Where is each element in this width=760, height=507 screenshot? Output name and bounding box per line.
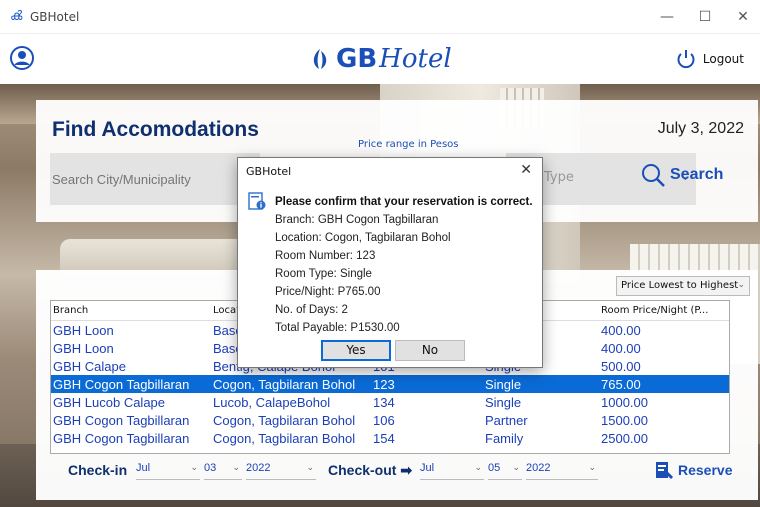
confirmation-dialog: GBHotel ✕ Please confirm that your reser… [237, 157, 543, 368]
leaf-logo-icon [313, 49, 327, 69]
reserve-button[interactable]: Reserve [654, 460, 733, 480]
window-title: GBHotel [30, 10, 80, 24]
cell-branch: GBH Cogon Tagbillaran [53, 377, 190, 392]
app-logo-icon: ൿ [10, 9, 23, 24]
cell-location: Lucob, CalapeBohol [213, 395, 331, 410]
info-document-icon [248, 192, 266, 210]
checkout-day-value: 05 [488, 462, 501, 474]
chevron-down-icon: ⌄ [306, 462, 314, 472]
power-icon [677, 50, 695, 69]
checkout-year-value: 2022 [526, 462, 551, 474]
table-row[interactable]: GBH Cogon Tagbillaran Cogon, Tagbilaran … [51, 411, 729, 429]
checkin-month-value: Jul [136, 462, 151, 474]
cell-price: 400.00 [601, 323, 641, 338]
checkout-month-value: Jul [420, 462, 435, 474]
reserve-label: Reserve [678, 462, 733, 478]
cell-branch: GBH Loon [53, 323, 114, 338]
no-button[interactable]: No [395, 340, 465, 361]
cell-room: 154 [373, 431, 395, 446]
logout-button[interactable]: Logout [675, 48, 744, 70]
logo-text-bold: GB [336, 44, 378, 74]
yes-button[interactable]: Yes [321, 340, 391, 361]
window-titlebar: ൿ GBHotel — ☐ ✕ [0, 0, 760, 34]
cell-room: 123 [373, 377, 395, 392]
dialog-line-total: Total Payable: P1530.00 [275, 322, 400, 334]
table-row[interactable]: GBH Cogon Tagbillaran Cogon, Tagbilaran … [51, 429, 729, 447]
checkin-year-select[interactable]: 2022 ⌄ [246, 458, 316, 480]
cell-price: 400.00 [601, 341, 641, 356]
cell-price: 765.00 [601, 377, 641, 392]
cell-type: Single [485, 395, 522, 410]
minimize-button[interactable]: — [652, 6, 682, 28]
dialog-line-price: Price/Night: P765.00 [275, 286, 381, 298]
cell-price: 1000.00 [601, 395, 648, 410]
chevron-down-icon: ⌄ [190, 462, 198, 472]
checkin-day-value: 03 [204, 462, 217, 474]
date-selection-row: Check-in Jul ⌄ 03 ⌄ 2022 ⌄ Check-out ➡ J… [68, 458, 748, 482]
chevron-down-icon: ⌄ [588, 462, 596, 472]
cell-type: Single [485, 377, 522, 392]
user-avatar-icon[interactable] [10, 46, 34, 70]
dialog-line-location: Location: Cogon, Tagbilaran Bohol [275, 232, 451, 244]
chevron-down-icon: ⌄ [737, 280, 745, 290]
checkout-day-select[interactable]: 05 ⌄ [488, 458, 522, 480]
cell-location: Cogon, Tagbilaran Bohol [213, 377, 356, 392]
table-row[interactable]: GBH Lucob Calape Lucob, CalapeBohol 134 … [51, 393, 729, 411]
brand-logo: GB Hotel [310, 42, 452, 76]
cell-branch: GBH Cogon Tagbillaran [53, 431, 190, 446]
dialog-title: GBHotel [246, 165, 292, 178]
cell-price: 2500.00 [601, 431, 648, 446]
cell-branch: GBH Lucob Calape [53, 395, 166, 410]
app-header: GB Hotel Logout [0, 34, 760, 84]
checkout-year-select[interactable]: 2022 ⌄ [526, 458, 598, 480]
cell-location: Cogon, Tagbilaran Bohol [213, 413, 356, 428]
dialog-close-button[interactable]: ✕ [520, 162, 532, 178]
room-type-placeholder: Type [544, 170, 574, 185]
cell-price: 500.00 [601, 359, 641, 374]
cell-type: Family [485, 431, 524, 446]
checkin-day-select[interactable]: 03 ⌄ [204, 458, 242, 480]
dialog-message: Please confirm that your reservation is … [275, 193, 533, 337]
current-date: July 3, 2022 [657, 120, 744, 137]
reserve-icon [656, 462, 674, 480]
dialog-line-branch: Branch: GBH Cogon Tagbillaran [275, 214, 439, 226]
checkout-month-select[interactable]: Jul ⌄ [420, 458, 484, 480]
maximize-button[interactable]: ☐ [690, 6, 720, 28]
checkin-label: Check-in [68, 462, 128, 478]
logout-label: Logout [702, 52, 744, 66]
cell-type: Partner [485, 413, 528, 428]
dialog-line-room-type: Room Type: Single [275, 268, 372, 280]
chevron-down-icon: ⌄ [474, 462, 482, 472]
price-range-label: Price range in Pesos [358, 139, 459, 150]
cell-price: 1500.00 [601, 413, 648, 428]
cell-location: Cogon, Tagbilaran Bohol [213, 431, 356, 446]
checkin-year-value: 2022 [246, 462, 271, 474]
search-icon [642, 164, 665, 187]
sort-selected-value: Price Lowest to Highest [621, 280, 739, 291]
sort-select[interactable]: Price Lowest to Highest ⌄ [616, 276, 750, 296]
logo-text-italic: Hotel [379, 44, 452, 74]
checkin-month-select[interactable]: Jul ⌄ [136, 458, 200, 480]
dialog-line-room-number: Room Number: 123 [275, 250, 376, 262]
cell-room: 134 [373, 395, 395, 410]
checkout-label: Check-out ➡ [328, 462, 413, 478]
chevron-down-icon: ⌄ [512, 462, 520, 472]
city-search-input[interactable] [50, 153, 260, 205]
cell-branch: GBH Calape [53, 359, 126, 374]
table-row-selected[interactable]: GBH Cogon Tagbillaran Cogon, Tagbilaran … [51, 375, 729, 393]
cell-room: 106 [373, 413, 395, 428]
close-window-button[interactable]: ✕ [728, 6, 758, 28]
column-header-price[interactable]: Room Price/Night (P... [601, 305, 708, 316]
column-header-branch[interactable]: Branch [53, 305, 88, 316]
cell-branch: GBH Loon [53, 341, 114, 356]
search-label: Search [670, 166, 724, 183]
search-button[interactable]: Search [640, 162, 723, 188]
chevron-down-icon: ⌄ [232, 462, 240, 472]
cell-branch: GBH Cogon Tagbillaran [53, 413, 190, 428]
dialog-heading: Please confirm that your reservation is … [275, 196, 533, 208]
page-title: Find Accomodations [52, 118, 259, 141]
column-header-location[interactable]: Locat [213, 305, 240, 316]
dialog-line-days: No. of Days: 2 [275, 304, 348, 316]
